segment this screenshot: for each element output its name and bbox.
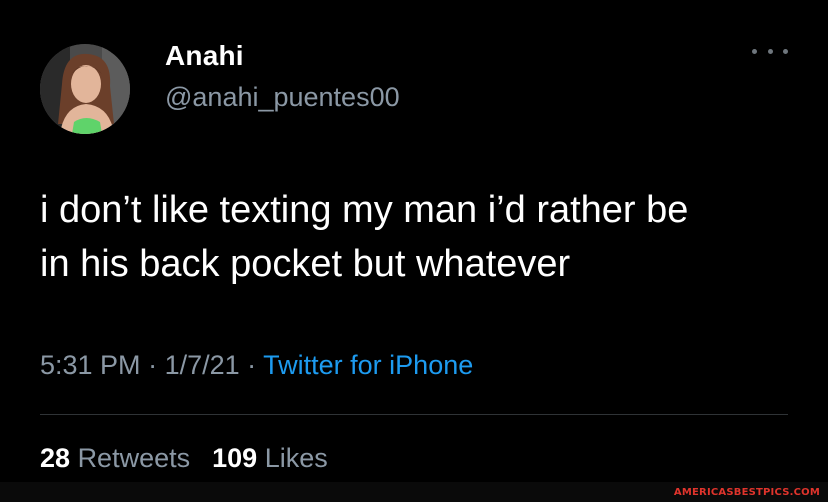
user-handle[interactable]: @anahi_puentes00 (165, 82, 400, 113)
more-options-button[interactable] (752, 40, 788, 62)
tweet-meta: 5:31 PM · 1/7/21 · Twitter for iPhone (40, 350, 473, 381)
tweet-time[interactable]: 5:31 PM (40, 350, 141, 380)
likes-label: Likes (264, 443, 328, 473)
meta-separator: · (239, 350, 264, 380)
meta-separator: · (140, 350, 165, 380)
tweet-stats: 28 Retweets 109 Likes (40, 443, 328, 474)
more-horizontal-icon (767, 48, 773, 54)
avatar[interactable] (40, 44, 130, 134)
tweet-text: i don’t like texting my man i’d rather b… (40, 189, 689, 285)
tweet-date[interactable]: 1/7/21 (165, 350, 240, 380)
tweet-source-link[interactable]: Twitter for iPhone (263, 350, 473, 380)
display-name[interactable]: Anahi (165, 40, 244, 72)
likes-count: 109 (212, 443, 258, 473)
profile-photo-icon (40, 44, 130, 134)
watermark: AMERICASBESTPICS.COM (673, 487, 820, 498)
more-horizontal-icon (752, 48, 757, 54)
retweets-stat[interactable]: 28 Retweets (40, 443, 190, 473)
retweets-label: Retweets (77, 443, 191, 473)
tweet-card: Anahi @anahi_puentes00 i don’t like text… (0, 0, 828, 502)
likes-stat[interactable]: 109 Likes (212, 443, 328, 473)
retweets-count: 28 (40, 443, 71, 473)
more-horizontal-icon (783, 48, 788, 54)
divider (40, 414, 788, 415)
